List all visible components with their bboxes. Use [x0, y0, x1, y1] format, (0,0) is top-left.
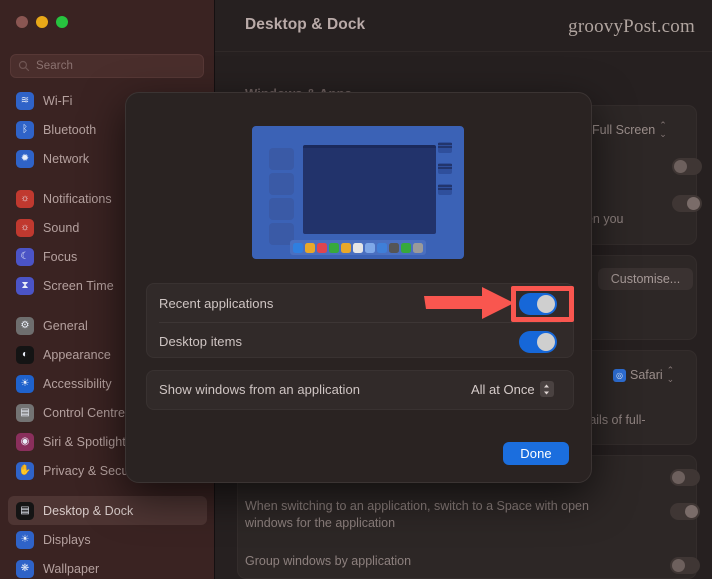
zoom-button[interactable] [56, 16, 68, 28]
preview-right-window [438, 163, 452, 174]
done-button[interactable]: Done [503, 442, 569, 465]
sidebar-item-label: Focus [43, 249, 78, 264]
sidebar-item-label: General [43, 318, 88, 333]
background-toggle-3[interactable] [670, 469, 700, 486]
gear-icon: ⚙ [16, 316, 34, 335]
network-icon: ✹ [16, 149, 34, 168]
desktop-items-label: Desktop items [159, 334, 243, 349]
watermark: groovyPost.com [568, 16, 695, 37]
sidebar-item-label: Notifications [43, 191, 112, 206]
preview-side-window [269, 198, 294, 220]
sidebar-item-displays[interactable]: ☀ Displays [8, 525, 207, 554]
full-screen-popup[interactable]: Full Screen ⌃ ⌄ [592, 121, 667, 139]
sidebar-item-label: Wi-Fi [43, 93, 73, 108]
chevron-updown-icon [539, 381, 554, 397]
bluetooth-icon: ᛒ [16, 120, 34, 139]
displays-icon: ☀ [16, 530, 34, 549]
row-recent-applications: Recent applications [159, 285, 273, 322]
accessibility-icon: ☀ [16, 374, 34, 393]
sidebar-item-label: Wallpaper [43, 561, 100, 576]
preview-side-window [269, 148, 294, 170]
background-toggle-switch-space[interactable] [670, 503, 700, 520]
full-screen-popup-value: Full Screen [592, 123, 656, 137]
control-centre-icon: ▤ [16, 403, 34, 422]
sound-icon: ☼ [16, 218, 34, 237]
recent-applications-toggle[interactable] [519, 293, 557, 315]
show-windows-label: Show windows from an application [159, 382, 361, 397]
default-browser-value: Safari [630, 368, 663, 382]
sidebar-item-wallpaper[interactable]: ❋ Wallpaper [8, 554, 207, 579]
preview-right-window [438, 142, 452, 153]
wifi-icon: ≋ [16, 91, 34, 110]
focus-icon: ☾ [16, 247, 34, 266]
wallpaper-icon: ❋ [16, 559, 34, 578]
appearance-icon: ◐ [16, 345, 34, 364]
siri-icon: ◉ [16, 432, 34, 451]
sidebar-item-label: Bluetooth [43, 122, 97, 137]
preview-dock [290, 240, 426, 255]
show-windows-popup-value: All at Once [471, 381, 535, 397]
sidebar-item-label: Siri & Spotlight [43, 434, 126, 449]
show-windows-popup[interactable]: All at Once [471, 381, 554, 397]
recent-applications-label: Recent applications [159, 296, 274, 311]
preview-side-window [269, 173, 294, 195]
chevron-updown-icon: ⌃ ⌄ [659, 120, 667, 139]
sidebar-divider [0, 485, 214, 496]
sidebar-item-label: Network [43, 151, 90, 166]
background-toggle-group-windows[interactable] [670, 557, 700, 574]
background-text-switch-space: When switching to an application, switch… [245, 499, 589, 530]
customise-button[interactable]: Customise... [598, 268, 693, 290]
background-text-group-windows: Group windows by application [245, 554, 412, 568]
sidebar-item-label: Displays [43, 532, 91, 547]
sidebar-item-label: Control Centre [43, 405, 125, 420]
notifications-icon: ☼ [16, 189, 34, 208]
row-desktop-items: Desktop items [159, 323, 242, 360]
screen-time-icon: ⧗ [16, 276, 34, 295]
safari-icon: ◎ [613, 368, 626, 382]
row-show-windows: Show windows from an application [159, 371, 360, 408]
search-icon [18, 60, 30, 72]
mission-control-preview [252, 126, 464, 259]
desktop-items-toggle[interactable] [519, 331, 557, 353]
settings-window: Search ≋ Wi-Fi ᛒ Bluetooth ✹ Network ☼ N… [0, 0, 712, 579]
sidebar-item-label: Desktop & Dock [43, 503, 134, 518]
sidebar-item-label: Appearance [43, 347, 111, 362]
default-browser-popup[interactable]: ◎ Safari ⌃ ⌄ [613, 366, 674, 384]
annotation-arrow [424, 287, 514, 319]
sidebar-item-label: Screen Time [43, 278, 114, 293]
preview-right-window [438, 184, 452, 195]
desktop-dock-icon: ▤ [16, 501, 34, 520]
minimize-button[interactable] [36, 16, 48, 28]
preview-main-window [303, 145, 436, 234]
main-header: Desktop & Dock groovyPost.com [215, 0, 712, 52]
background-toggle-2[interactable] [672, 195, 702, 212]
traffic-lights [16, 16, 68, 28]
chevron-updown-icon: ⌃ ⌄ [666, 365, 675, 384]
search-input[interactable]: Search [10, 54, 204, 78]
sidebar-item-label: Accessibility [43, 376, 112, 391]
sidebar-item-desktop-dock[interactable]: ▤ Desktop & Dock [8, 496, 207, 525]
close-button[interactable] [16, 16, 28, 28]
background-toggle-1[interactable] [672, 158, 702, 175]
sidebar-item-label: Sound [43, 220, 80, 235]
search-placeholder: Search [36, 60, 74, 72]
page-title: Desktop & Dock [245, 16, 366, 33]
mission-control-dialog: Recent applications Desktop items Show w… [125, 92, 592, 483]
hand-icon: ✋ [16, 461, 34, 480]
